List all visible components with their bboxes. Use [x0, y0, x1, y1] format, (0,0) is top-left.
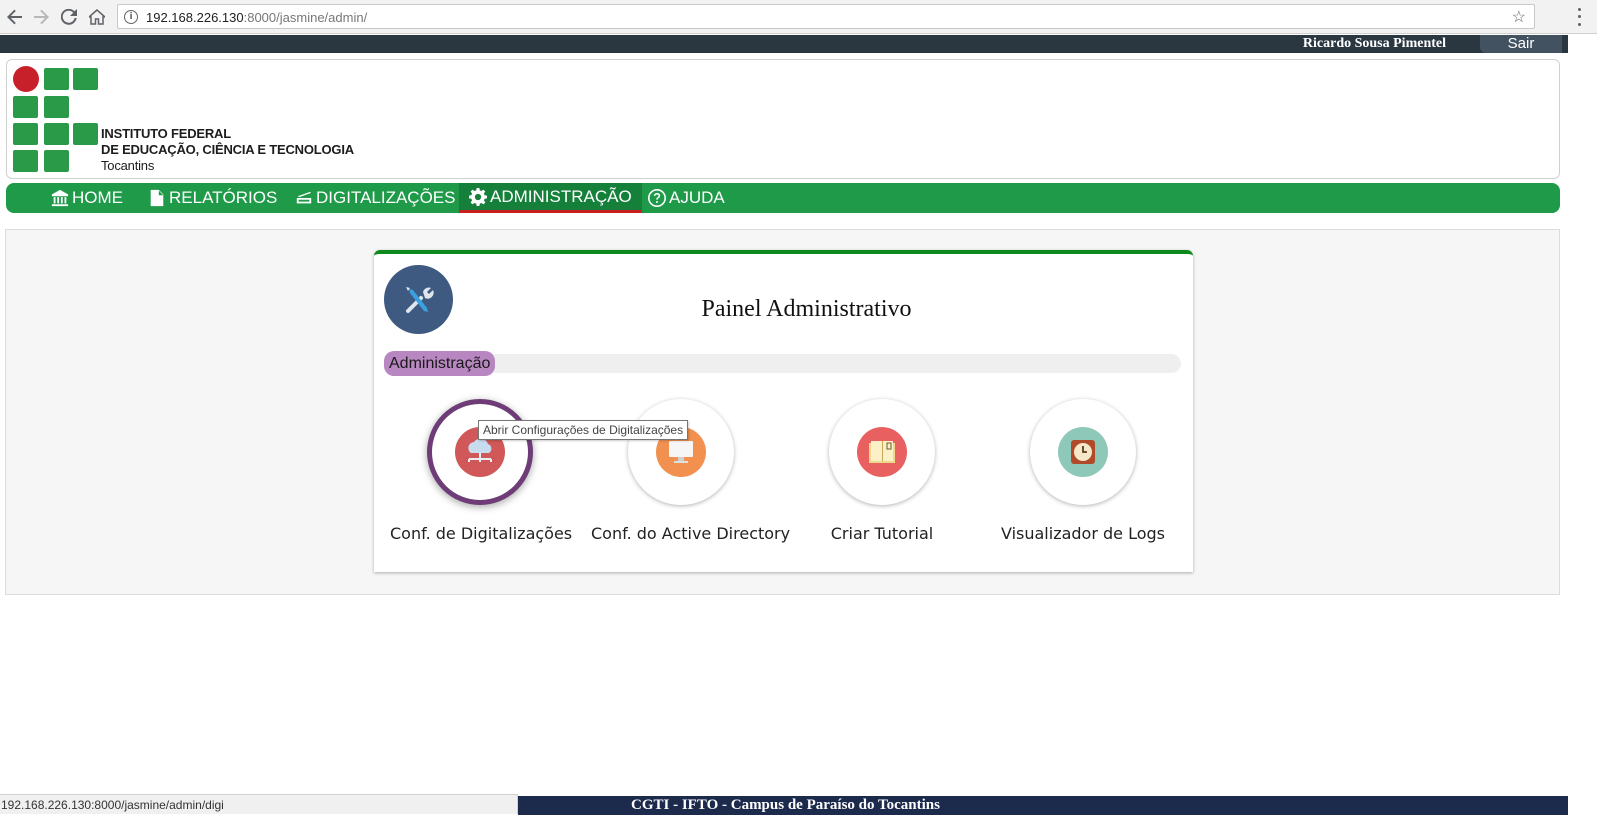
institution-logo	[13, 66, 113, 176]
tile-create-tutorial-label: Criar Tutorial	[830, 524, 934, 543]
nav-help-label: AJUDA	[669, 188, 725, 207]
logo-line2: DE EDUCAÇÃO, CIÊNCIA E TECNOLOGIA	[101, 142, 354, 157]
scanner-icon	[296, 191, 312, 204]
user-bar: Ricardo Sousa Pimentel Sair	[0, 35, 1568, 53]
scrollbar[interactable]	[1568, 35, 1597, 830]
nav-home[interactable]: HOME	[51, 183, 123, 213]
tile-scan-config-label: Conf. de Digitalizações	[390, 524, 573, 543]
footer: CGTI - IFTO - Campus de Paraíso do Tocan…	[518, 796, 1568, 815]
content-area: Painel Administrativo Administração Conf…	[5, 229, 1560, 595]
book-icon	[857, 427, 907, 477]
reload-icon[interactable]	[57, 5, 81, 29]
nav-digitizations-label: DIGITALIZAÇÕES	[316, 188, 456, 207]
tile-scan-config-circle[interactable]	[427, 399, 533, 505]
help-icon	[648, 189, 666, 207]
admin-panel: Painel Administrativo Administração Conf…	[374, 250, 1193, 572]
nav-help[interactable]: AJUDA	[648, 183, 725, 213]
logo-line3: Tocantins	[101, 158, 155, 173]
browser-toolbar: i 192.168.226.130:8000/jasmine/admin/ ☆	[0, 0, 1597, 34]
gear-icon	[469, 187, 487, 206]
tile-create-tutorial-circle[interactable]	[829, 399, 935, 505]
nav-home-label: HOME	[72, 188, 123, 207]
url-host: 192.168.226.130	[146, 10, 244, 25]
tile-log-viewer-circle[interactable]	[1030, 399, 1136, 505]
logo-line1: INSTITUTO FEDERAL	[101, 126, 231, 141]
bank-icon	[51, 189, 69, 207]
status-url: 192.168.226.130:8000/jasmine/admin/digi	[0, 794, 518, 814]
user-name: Ricardo Sousa Pimentel	[1302, 36, 1446, 51]
tile-log-viewer[interactable]: Visualizador de Logs	[993, 399, 1173, 543]
forward-arrow-icon[interactable]	[29, 5, 53, 29]
clock-icon	[1058, 427, 1108, 477]
logout-button[interactable]: Sair	[1480, 35, 1562, 53]
section-label: Administração	[384, 351, 496, 376]
section-bar: Administração	[384, 351, 1181, 376]
header: INSTITUTO FEDERAL DE EDUCAÇÃO, CIÊNCIA E…	[6, 59, 1560, 179]
info-icon[interactable]: i	[124, 10, 138, 24]
tile-create-tutorial[interactable]: Criar Tutorial	[792, 399, 972, 543]
document-icon	[150, 189, 164, 207]
tile-active-directory-circle[interactable]	[628, 399, 734, 505]
star-icon[interactable]: ☆	[1512, 7, 1526, 27]
url-text: 192.168.226.130:8000/jasmine/admin/	[146, 10, 367, 25]
menu-icon[interactable]	[1572, 6, 1586, 28]
nav-digitizations[interactable]: DIGITALIZAÇÕES	[295, 183, 456, 213]
tile-active-directory-label: Conf. do Active Directory	[591, 524, 791, 543]
address-bar[interactable]: i 192.168.226.130:8000/jasmine/admin/ ☆	[117, 4, 1535, 29]
nav-administration[interactable]: ADMINISTRAÇÃO	[459, 183, 642, 213]
tooltip: Abrir Configurações de Digitalizações	[478, 420, 689, 440]
nav-reports[interactable]: RELATÓRIOS	[148, 183, 277, 213]
tile-log-viewer-label: Visualizador de Logs	[1000, 524, 1166, 543]
panel-title: Painel Administrativo	[701, 296, 912, 322]
url-path: :8000/jasmine/admin/	[243, 10, 368, 25]
nav-administration-label: ADMINISTRAÇÃO	[490, 186, 632, 206]
back-arrow-icon[interactable]	[3, 5, 27, 29]
home-icon[interactable]	[85, 5, 109, 29]
institution-name: INSTITUTO FEDERAL DE EDUCAÇÃO, CIÊNCIA E…	[101, 126, 354, 174]
nav-reports-label: RELATÓRIOS	[169, 188, 278, 207]
main-nav: HOME RELATÓRIOS DIGITALIZAÇÕES ADMINISTR…	[6, 183, 1560, 213]
